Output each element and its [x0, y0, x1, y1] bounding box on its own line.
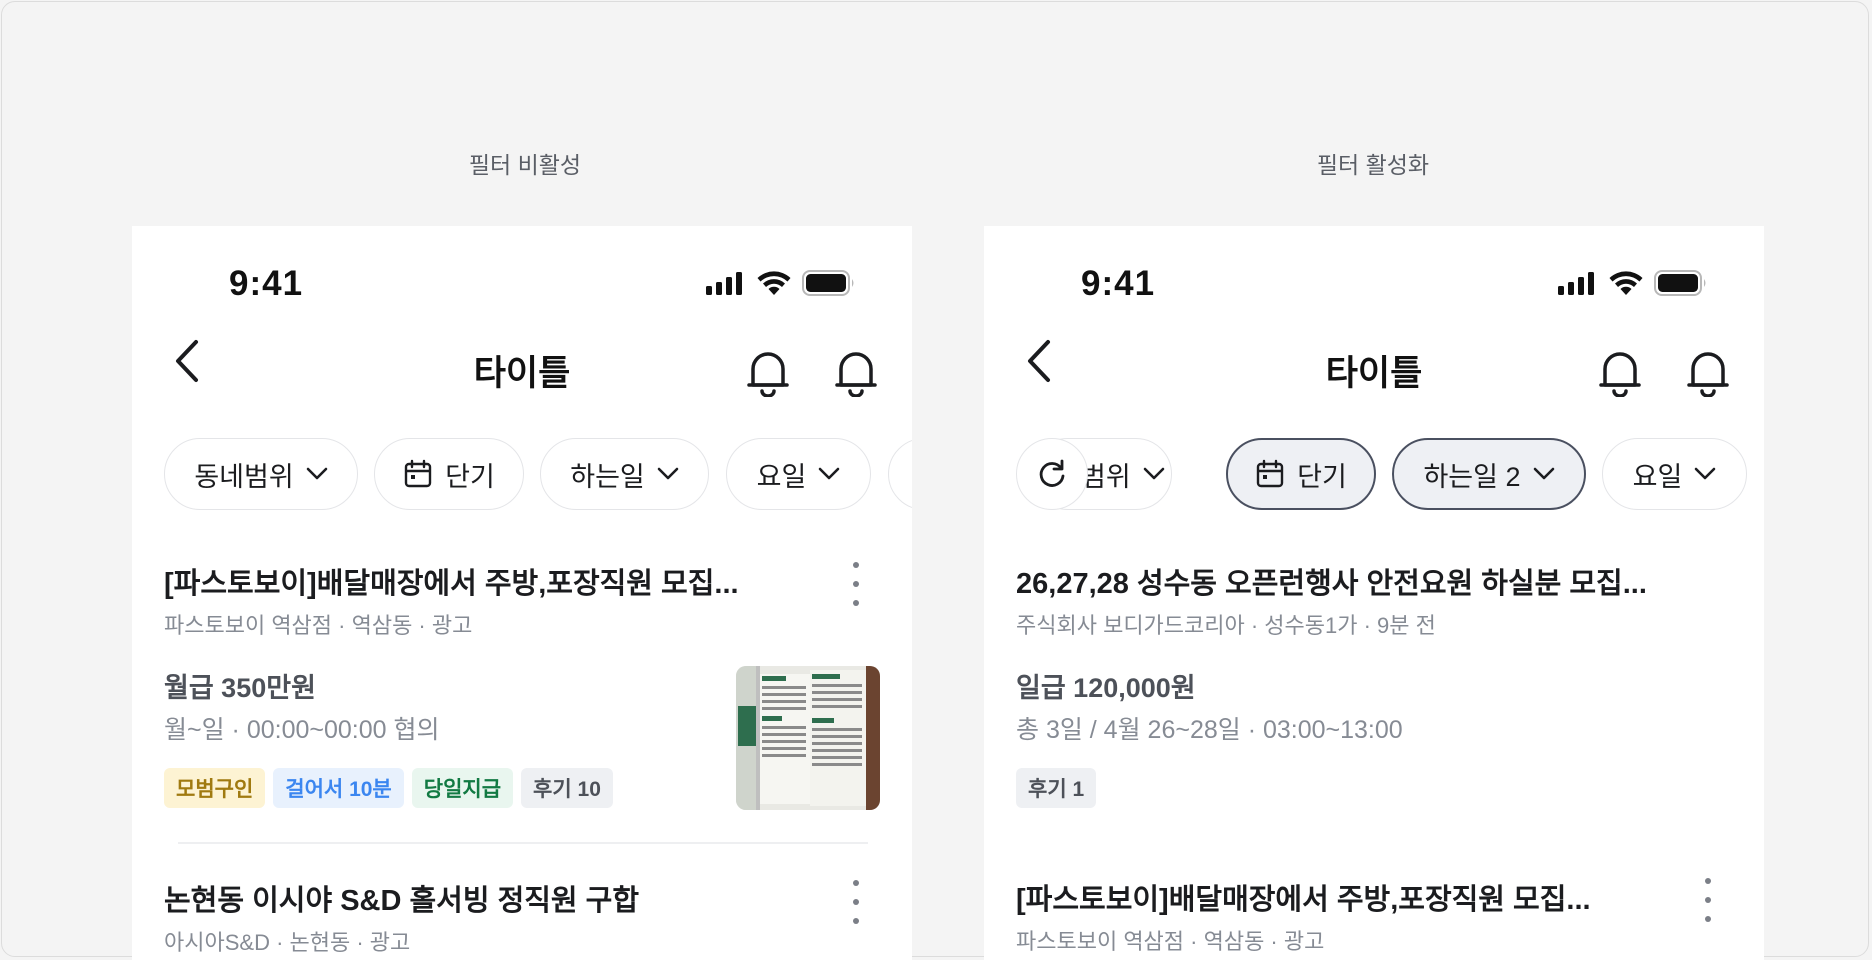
- wifi-icon: [757, 271, 791, 295]
- job-title[interactable]: 26,27,28 성수동 오픈런행사 안전요원 하실분 모집...: [1016, 560, 1647, 602]
- more-menu-button[interactable]: [850, 880, 862, 924]
- refresh-icon: [1039, 459, 1065, 487]
- label-filter-inactive: 필터 비활성: [468, 152, 582, 178]
- status-time: 9:41: [1081, 264, 1156, 303]
- kebab-dot: [853, 600, 859, 606]
- job-schedule: 총 3일 / 4월 26~28일 · 03:00~13:00: [1016, 716, 1403, 744]
- tag-reviews: 후기 1: [1016, 768, 1097, 808]
- chip-label: 범위: [1081, 461, 1131, 492]
- chip-label: 요일: [756, 461, 807, 492]
- chevron-down-icon: [1695, 467, 1716, 480]
- chevron-down-icon: [306, 467, 327, 480]
- battery-icon: [802, 270, 854, 296]
- kebab-dot: [853, 581, 859, 587]
- chip-task[interactable]: 하는일 2: [1392, 438, 1586, 510]
- chevron-down-icon: [819, 467, 840, 480]
- kebab-dot: [853, 880, 859, 886]
- notification-button-1[interactable]: [1595, 347, 1645, 399]
- calendar-icon: [404, 459, 432, 488]
- job-meta: 주식회사 보디가드코리아 · 성수동1가 · 9분 전: [1016, 613, 1436, 638]
- kebab-dot: [853, 899, 859, 905]
- job-title[interactable]: [파스토보이]배달매장에서 주방,포장직원 모집...: [1016, 876, 1591, 918]
- status-time: 9:41: [229, 264, 304, 303]
- page-title: 타이틀: [473, 354, 571, 393]
- battery-icon: [1654, 270, 1706, 296]
- notification-button-2[interactable]: [831, 347, 881, 399]
- kebab-dot: [1705, 897, 1711, 903]
- kebab-dot: [853, 562, 859, 568]
- status-icons: [706, 270, 856, 296]
- signal-icon: [706, 272, 742, 295]
- filter-chip-bar: 동네범위 단기 하는일 요일: [132, 438, 912, 512]
- kebab-dot: [853, 918, 859, 924]
- bell-icon: [835, 352, 877, 397]
- filter-chip-bar: 범위 단기 하는일 2 요일: [984, 438, 1764, 512]
- notification-button-2[interactable]: [1683, 347, 1733, 399]
- chip-short-term[interactable]: 단기: [1226, 438, 1376, 510]
- phone-filter-inactive: 9:41 타이틀 동네범위 단기 하는일 요일 [파스토보이]배달매장에서 주방…: [132, 226, 912, 960]
- reset-filter-button[interactable]: [1016, 438, 1088, 510]
- bell-icon: [1599, 352, 1641, 397]
- chip-task[interactable]: 하는일: [540, 438, 709, 510]
- chip-overflow[interactable]: [888, 438, 912, 510]
- chip-label: 동네범위: [194, 461, 294, 492]
- bell-icon: [1687, 352, 1729, 397]
- label-filter-active: 필터 활성화: [1316, 152, 1430, 178]
- calendar-icon: [1256, 459, 1284, 488]
- chip-day-of-week[interactable]: 요일: [726, 438, 871, 510]
- tag-walk-distance: 걸어서 10분: [273, 768, 404, 808]
- chevron-down-icon: [1533, 467, 1554, 480]
- job-title[interactable]: 논현동 이시야 S&D 홀서빙 정직원 구합: [164, 877, 639, 919]
- kebab-dot: [1705, 878, 1711, 884]
- bell-icon: [747, 352, 789, 397]
- chip-neighborhood[interactable]: 동네범위: [164, 438, 358, 510]
- chip-short-term[interactable]: 단기: [374, 438, 524, 510]
- chip-label: 단기: [1297, 461, 1347, 492]
- job-meta: 파스토보이 역삼점 · 역삼동 · 광고: [164, 613, 473, 638]
- tag-model-employer: 모범구인: [164, 768, 266, 808]
- more-menu-button[interactable]: [1702, 878, 1714, 922]
- chip-label: 요일: [1632, 461, 1683, 492]
- chip-label: 단기: [445, 461, 495, 492]
- chip-label: 하는일: [570, 461, 645, 492]
- job-schedule: 월~일 · 00:00~00:00 협의: [164, 716, 440, 744]
- job-thumbnail[interactable]: [736, 666, 880, 810]
- kebab-dot: [1705, 916, 1711, 922]
- chip-label: 하는일 2: [1423, 461, 1521, 492]
- signal-icon: [1558, 272, 1594, 295]
- job-pay: 월급 350만원: [164, 673, 316, 703]
- notification-button-1[interactable]: [743, 347, 793, 399]
- thumbnail-image: [736, 666, 880, 810]
- page-title: 타이틀: [1325, 354, 1423, 393]
- list-divider: [178, 842, 868, 844]
- more-menu-button[interactable]: [850, 562, 862, 606]
- chevron-down-icon: [1143, 467, 1164, 480]
- chevron-down-icon: [657, 467, 679, 480]
- job-tags: 모범구인 걸어서 10분 당일지급 후기 10: [164, 768, 613, 808]
- chip-day-of-week[interactable]: 요일: [1602, 438, 1747, 510]
- job-meta: 아시아S&D · 논현동 · 광고: [164, 930, 411, 955]
- status-icons: [1558, 270, 1708, 296]
- wifi-icon: [1609, 271, 1643, 295]
- job-meta: 파스토보이 역삼점 · 역삼동 · 광고: [1016, 929, 1325, 954]
- job-tags: 후기 1: [1016, 768, 1097, 808]
- phone-filter-active: 9:41 타이틀 범위 단기 하는일 2 요일 26,27,28 성수동 오픈런…: [984, 226, 1764, 960]
- job-title[interactable]: [파스토보이]배달매장에서 주방,포장직원 모집...: [164, 560, 739, 602]
- job-pay: 일급 120,000원: [1016, 673, 1196, 703]
- tag-reviews: 후기 10: [521, 768, 613, 808]
- tag-same-day-pay: 당일지급: [411, 768, 514, 808]
